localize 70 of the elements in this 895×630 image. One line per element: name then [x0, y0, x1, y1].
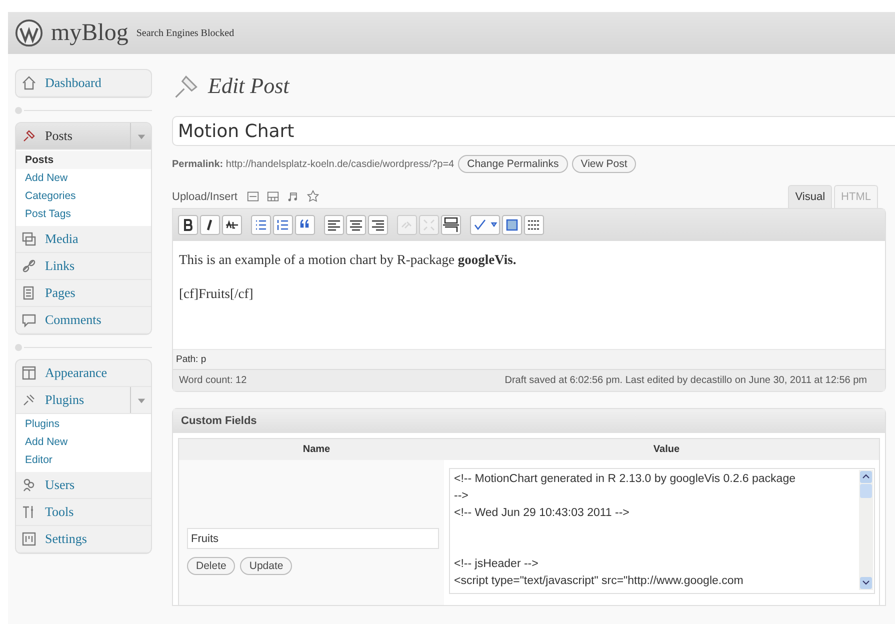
bold-icon[interactable] — [178, 215, 198, 235]
submenu-item[interactable]: Editor — [16, 451, 151, 469]
menu-item[interactable]: Posts — [16, 123, 151, 150]
home-icon — [21, 75, 37, 91]
quote-icon[interactable] — [295, 215, 315, 235]
image-icon[interactable] — [247, 191, 260, 202]
kitchen-icon[interactable] — [524, 215, 544, 235]
menu-item[interactable]: Settings — [16, 526, 151, 553]
box-header: Custom Fields — [173, 409, 885, 433]
draft-status: Draft saved at 6:02:56 pm. Last edited by decastillo on June 30, 2011 at 12:56 pm — [504, 375, 867, 386]
italic-icon[interactable] — [200, 215, 220, 235]
bullets-icon[interactable] — [251, 215, 271, 235]
page-title: Edit Post — [208, 73, 290, 99]
media-icon — [21, 231, 37, 247]
code-line: <!-- MotionChart generated in R 2.13.0 by googleVis 0.2.6 package --> — [454, 472, 796, 504]
post-title-field[interactable]: Motion Chart — [172, 116, 895, 146]
name-field[interactable]: Fruits — [187, 528, 439, 549]
align-left-icon[interactable] — [324, 215, 344, 235]
users-icon — [21, 477, 37, 493]
column-header: Value — [652, 443, 681, 457]
menu-item[interactable]: Appearance — [16, 360, 151, 387]
menu-item[interactable]: Links — [16, 253, 151, 280]
fullscreen-icon[interactable] — [502, 215, 522, 235]
align-right-icon[interactable] — [368, 215, 388, 235]
logo-icon — [15, 19, 43, 47]
strike-icon[interactable] — [222, 215, 242, 235]
field-button[interactable]: Delete — [187, 557, 236, 575]
pin-icon — [21, 128, 37, 144]
value-field[interactable]: <!-- MotionChart generated in R 2.13.0 by googleVis 0.2.6 package --> <!-- Wed Jun 29 10:43:03 2011 --> <!-- jsHeader --> <script type="text/javascript" src="http://www.google.com — [449, 468, 875, 594]
spell-icon[interactable] — [470, 215, 500, 235]
submenu-item[interactable]: Plugins — [16, 415, 151, 433]
permalink-text: Permalink: http://handelsplatz-koeln.de/casdie/wordpress/?p=4 — [172, 158, 454, 170]
plugins-icon — [21, 392, 37, 408]
submenu-item[interactable]: Add New — [16, 169, 151, 187]
video-icon[interactable] — [267, 191, 280, 202]
music-icon[interactable] — [287, 191, 300, 202]
numbers-icon[interactable] — [273, 215, 293, 235]
menu-item[interactable]: Pages — [16, 280, 151, 307]
path-bar: Path: p — [173, 349, 885, 369]
menu-item[interactable]: Tools — [16, 499, 151, 526]
post-paragraph: This is an example of a motion chart by R-package googleVis. — [179, 252, 518, 268]
post-paragraph: [cf]Fruits[/cf] — [179, 286, 254, 302]
menu-item[interactable]: Dashboard — [16, 70, 151, 97]
comments-icon — [21, 312, 37, 328]
permalink-button[interactable]: Change Permalinks — [458, 155, 568, 173]
word-count: Word count: 12 — [179, 375, 247, 386]
permalink-button[interactable]: View Post — [572, 155, 636, 173]
field-button[interactable]: Update — [240, 557, 292, 575]
column-header: Name — [302, 443, 332, 457]
editor-tab[interactable]: Visual — [788, 185, 832, 208]
submenu-item[interactable]: Post Tags — [16, 205, 151, 223]
settings-icon — [21, 531, 37, 547]
appearance-icon — [21, 365, 37, 381]
submenu-item[interactable]: Posts — [16, 151, 151, 169]
menu-item[interactable]: Users — [16, 472, 151, 499]
upload-insert-label: Upload/Insert — [172, 191, 238, 205]
scrollbar-drawing[interactable] — [859, 470, 873, 590]
submenu-item[interactable]: Categories — [16, 187, 151, 205]
search-engines-notice: Search Engines Blocked — [136, 28, 234, 38]
code-line: <!-- jsHeader --> — [454, 557, 540, 572]
code-line: <!-- Wed Jun 29 10:43:03 2011 --> — [454, 506, 630, 521]
menu-item[interactable]: Comments — [16, 307, 151, 334]
menu-item[interactable]: Media — [16, 226, 151, 253]
align-center-icon[interactable] — [346, 215, 366, 235]
more-icon[interactable] — [441, 215, 461, 235]
links-icon — [21, 258, 37, 274]
submenu-item[interactable]: Add New — [16, 433, 151, 451]
star-icon[interactable] — [307, 190, 320, 202]
code-line: <script type="text/javascript" src="http://www.google.com — [454, 574, 744, 589]
site-title[interactable]: myBlog — [51, 20, 128, 46]
